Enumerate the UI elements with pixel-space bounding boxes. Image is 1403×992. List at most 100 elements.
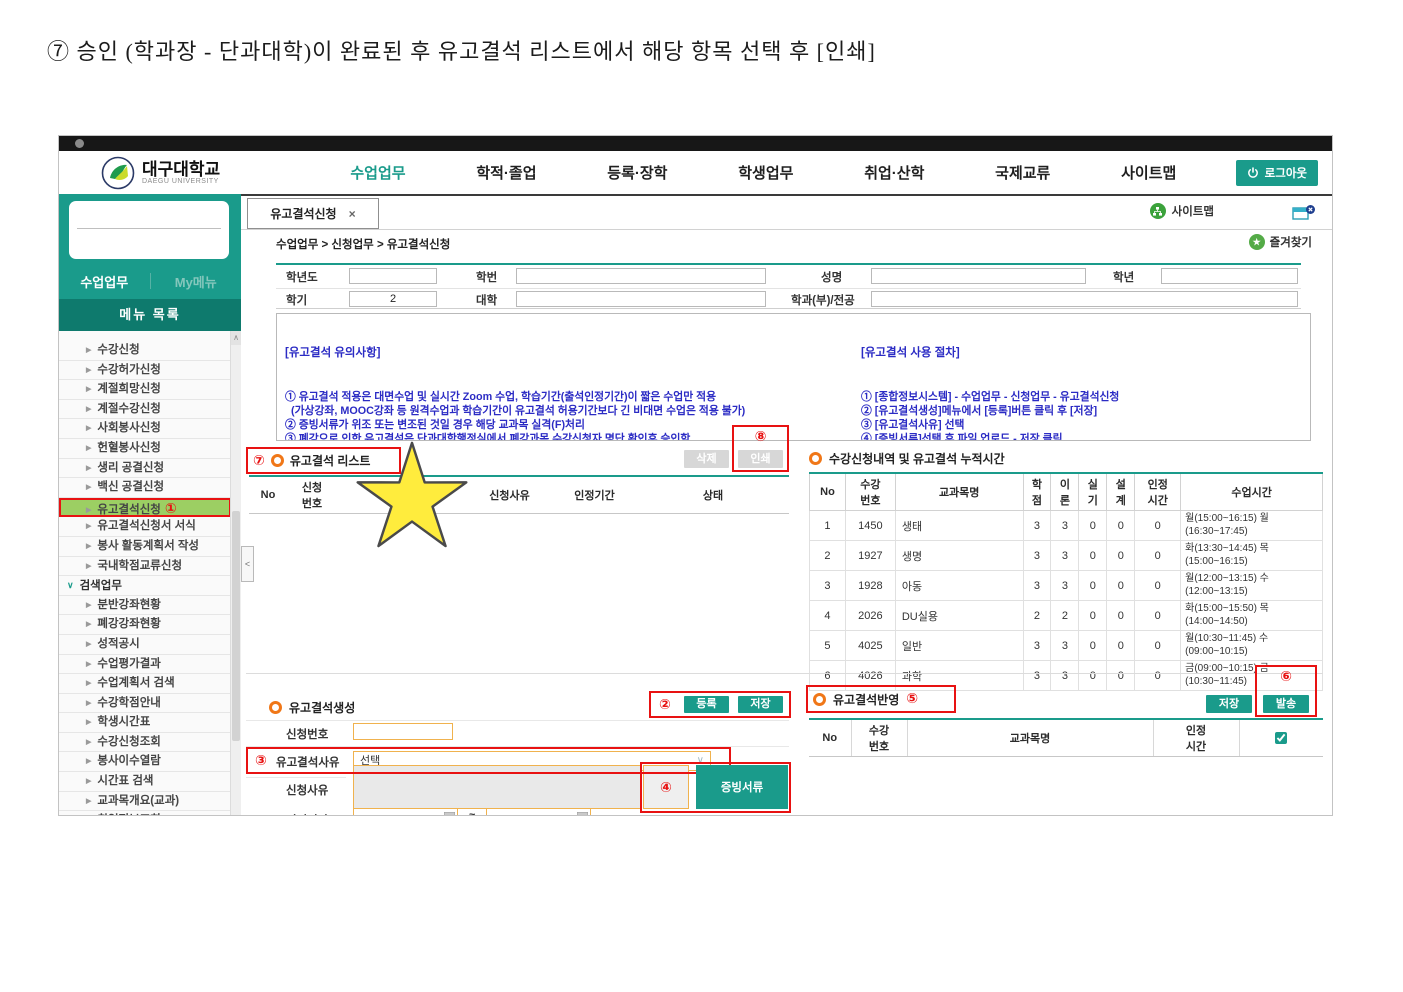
table-row[interactable]: 54025일반33000월(10:30~11:45) 수(09:00~10:15… (810, 631, 1323, 661)
sidebar-item-label: 수강신청조회 (97, 736, 160, 748)
arrow-right-icon: ▶ (86, 507, 91, 514)
table-row[interactable]: 21927생명33000화(13:30~14:45) 목(15:00~16:15… (810, 541, 1323, 571)
table-cell: 화(13:30~14:45) 목(15:00~16:15) (1181, 541, 1323, 571)
close-icon[interactable]: × (349, 207, 356, 221)
table-row[interactable]: 11450생태33000월(15:00~16:15) 월(16:30~17:45… (810, 511, 1323, 541)
scroll-up-icon[interactable]: ∧ (231, 331, 241, 345)
sidebar-item-17[interactable]: ▶ 수업계획서 검색 (59, 674, 231, 694)
tab-label: 유고결석신청 (270, 205, 336, 222)
name-field[interactable] (871, 268, 1086, 284)
sidebar-item-2[interactable]: ▶계절희망신청 (59, 380, 231, 400)
favorites-button[interactable]: ★ 즐겨찾기 (1249, 234, 1312, 250)
sidebar-item-15[interactable]: ▶성적공시 (59, 635, 231, 655)
sidebar-item-22[interactable]: ▶시간표 검색 (59, 772, 231, 792)
sidebar-item-3[interactable]: ▶계절수강신청 (59, 400, 231, 420)
annotation-circle-5: ⑤ (906, 691, 918, 707)
sidebar-item-12[interactable]: ∨검색업무 (59, 576, 231, 596)
table-cell: 0 (1135, 601, 1181, 631)
sidebar-item-0[interactable]: ▶수강신청 (59, 341, 231, 361)
sidebar-item-19[interactable]: ▶학생시간표 (59, 713, 231, 733)
sidebar-item-5[interactable]: ▶헌혈봉사신청 (59, 439, 231, 459)
table-cell: 3 (1023, 631, 1051, 661)
apply-table: No 수강 번호 교과목명 인정 시간 (809, 718, 1323, 757)
chrome-dot-icon (75, 139, 84, 148)
college-label: 대학 (476, 292, 497, 308)
attach-documents-button[interactable]: 증빙서류 (696, 765, 788, 809)
scrollbar-thumb[interactable] (232, 511, 240, 741)
year-field[interactable] (349, 268, 437, 284)
notice-line: ① 유고결석 적용은 대면수업 및 실시간 Zoom 수업, 학습기간(출석인정… (285, 390, 847, 404)
nav-item-course-work[interactable]: 수업업무 (350, 162, 405, 183)
sitemap-shortcut[interactable]: 사이트맵 (1150, 203, 1214, 219)
sidebar-item-6[interactable]: ▶생리 공결신청 (59, 459, 231, 479)
university-logo[interactable]: 대구대학교 DAEGU UNIVERSITY (101, 156, 291, 190)
sidebar-item-18[interactable]: ▶수강학점안내 (59, 694, 231, 714)
table-cell: 0 (1079, 661, 1107, 691)
sidebar-item-8[interactable]: ▶유고결석신청① (59, 498, 231, 518)
major-label: 학과(부)/전공 (791, 292, 855, 308)
grade-field[interactable] (1161, 268, 1298, 284)
nav-item-sitemap[interactable]: 사이트맵 (1121, 162, 1176, 183)
table-row[interactable]: 42026DU실용22000화(15:00~15:50) 목(14:00~14:… (810, 601, 1323, 631)
close-all-windows-icon[interactable] (1292, 204, 1316, 226)
sidebar-tab-course-work[interactable]: 수업업무 (59, 272, 150, 291)
send-button[interactable]: 발송 (1263, 695, 1309, 713)
sidebar-item-4[interactable]: ▶사회봉사신청 (59, 419, 231, 439)
year-label: 학년도 (286, 269, 318, 285)
sidebar-item-21[interactable]: ▶봉사이수열람 (59, 752, 231, 772)
tab-absence-application[interactable]: 유고결석신청 × (247, 198, 379, 229)
nav-item-student-affairs[interactable]: 학생업무 (738, 162, 793, 183)
save-button-create[interactable]: 저장 (738, 696, 783, 713)
period-end-field[interactable] (486, 808, 591, 816)
nav-item-international[interactable]: 국제교류 (995, 162, 1050, 183)
sidebar-item-1[interactable]: ▶수강허가신청 (59, 361, 231, 381)
table-cell: 0 (1135, 511, 1181, 541)
print-button[interactable]: 인쇄 (738, 450, 783, 468)
table-row[interactable]: 31928아동33000월(12:00~13:15) 수(12:00~13:15… (810, 571, 1323, 601)
notice-line: (가상강좌, MOOC강좌 등 원격수업과 학습기간이 유고결석 허용기간보다 … (285, 404, 847, 418)
sidebar-item-13[interactable]: ▶분반강좌현황 (59, 596, 231, 616)
nav-item-registration[interactable]: 등록·장학 (607, 162, 667, 183)
sidebar-tab-my-menu[interactable]: My메뉴 (151, 272, 242, 291)
register-button[interactable]: 등록 (684, 696, 729, 713)
sidebar-item-label: 수업계획서 검색 (97, 677, 174, 689)
sidebar-collapse-button[interactable]: < (241, 546, 254, 582)
apply-no-field[interactable] (353, 723, 453, 740)
arrow-right-icon: ▶ (86, 680, 91, 687)
table-cell: 3 (1023, 661, 1051, 691)
sidebar-item-label: 봉사이수열람 (97, 755, 160, 767)
college-field[interactable] (516, 291, 766, 307)
table-cell: 3 (1051, 511, 1079, 541)
table-cell: 0 (1107, 661, 1135, 691)
delete-button[interactable]: 삭제 (684, 450, 729, 468)
nav-item-records[interactable]: 학적·졸업 (476, 162, 536, 183)
sidebar-item-9[interactable]: ▶유고결석신청서 서식 (59, 517, 231, 537)
content-pane: 유고결석신청 × 사이트맵 (241, 194, 1332, 816)
semester-field[interactable] (349, 291, 437, 307)
table-cell: 2 (1051, 601, 1079, 631)
major-field[interactable] (871, 291, 1298, 307)
sidebar-item-24[interactable]: ▶취업정보조회 (59, 811, 231, 816)
logout-button[interactable]: 로그아웃 (1236, 160, 1318, 186)
annotation-circle-3: ③ (255, 753, 267, 769)
col-no: No (249, 476, 287, 514)
save-button-apply[interactable]: 저장 (1206, 695, 1252, 713)
grade-label: 학년 (1113, 269, 1134, 285)
sidebar-item-11[interactable]: ▶국내학점교류신청 (59, 557, 231, 577)
sidebar-scrollbar[interactable]: ∧ (230, 331, 241, 816)
sidebar-item-10[interactable]: ▶봉사 활동계획서 작성 (59, 537, 231, 557)
student-no-field[interactable] (516, 268, 766, 284)
arrow-right-icon: ▶ (86, 621, 91, 628)
sidebar-menu-list: ▶수강신청▶수강허가신청▶계절희망신청▶계절수강신청▶사회봉사신청▶헌혈봉사신청… (59, 331, 231, 816)
absence-list-table: No 신청 번호 신청사유 인정기간 상태 (249, 475, 789, 514)
nav-item-career[interactable]: 취업·산학 (864, 162, 924, 183)
sidebar-item-7[interactable]: ▶백신 공결신청 (59, 478, 231, 498)
sidebar-item-23[interactable]: ▶교과목개요(교과) (59, 792, 231, 812)
sidebar-item-label: 폐강강좌현황 (97, 618, 160, 630)
sidebar-item-16[interactable]: ▶수업평가결과 (59, 655, 231, 675)
period-start-field[interactable] (353, 808, 458, 816)
select-all-checkbox[interactable] (1275, 732, 1287, 744)
sidebar-item-14[interactable]: ▶ 폐강강좌현황 (59, 615, 231, 635)
sidebar-item-20[interactable]: ▶수강신청조회 (59, 733, 231, 753)
university-name-en: DAEGU UNIVERSITY (142, 178, 220, 185)
